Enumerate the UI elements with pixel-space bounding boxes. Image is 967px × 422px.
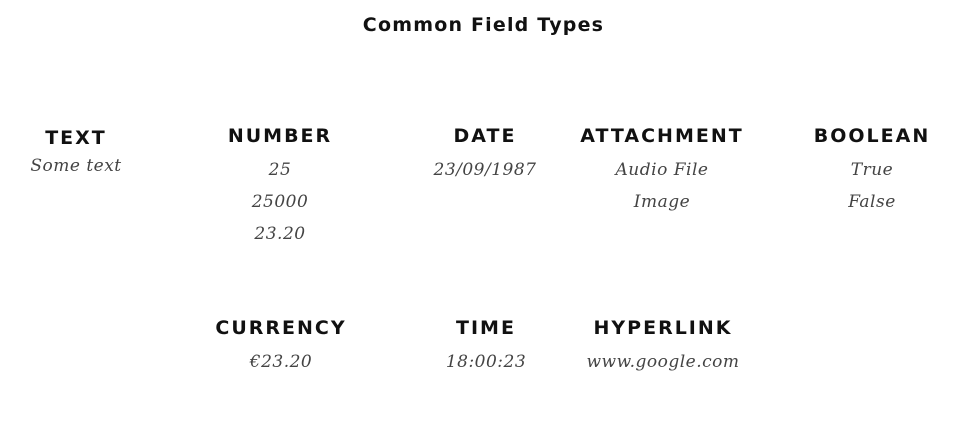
example-values: 23/09/1987 bbox=[395, 154, 575, 186]
field-type-label: BOOLEAN bbox=[813, 125, 931, 147]
field-type-boolean: BOOLEAN True False bbox=[782, 124, 962, 218]
example-value: 25000 bbox=[251, 192, 309, 212]
field-type-currency: CURRENCY €23.20 bbox=[191, 316, 371, 378]
field-type-number: NUMBER 25 25000 23.20 bbox=[190, 124, 370, 250]
example-values: €23.20 bbox=[191, 346, 371, 378]
field-type-label: HYPERLINK bbox=[593, 317, 733, 339]
field-type-label: DATE bbox=[453, 125, 517, 147]
example-value: True bbox=[850, 160, 894, 180]
example-values: True False bbox=[782, 154, 962, 218]
example-values: 18:00:23 bbox=[396, 346, 576, 378]
example-value: Image bbox=[633, 192, 691, 212]
field-type-label: CURRENCY bbox=[215, 317, 347, 339]
example-value: Audio File bbox=[615, 160, 709, 180]
example-values: Audio File Image bbox=[572, 154, 752, 218]
field-type-time: TIME 18:00:23 bbox=[396, 316, 576, 378]
field-type-label: NUMBER bbox=[227, 125, 333, 147]
example-value: False bbox=[848, 192, 896, 212]
field-type-hyperlink: HYPERLINK www.google.com bbox=[573, 316, 753, 378]
example-values: 25 25000 23.20 bbox=[190, 154, 370, 250]
example-value: 23.20 bbox=[254, 224, 306, 244]
diagram-title: Common Field Types bbox=[362, 14, 605, 36]
field-type-date: DATE 23/09/1987 bbox=[395, 124, 575, 186]
example-value: 18:00:23 bbox=[445, 352, 527, 372]
example-value: www.google.com bbox=[586, 352, 740, 372]
example-values: Some text bbox=[0, 150, 166, 182]
field-type-label: ATTACHMENT bbox=[580, 125, 744, 147]
example-value: Some text bbox=[30, 156, 122, 176]
field-type-label: TIME bbox=[456, 317, 516, 339]
example-values: www.google.com bbox=[573, 346, 753, 378]
field-type-text: TEXT Some text bbox=[0, 126, 166, 182]
field-type-label: TEXT bbox=[45, 127, 107, 149]
example-value: €23.20 bbox=[249, 352, 313, 372]
example-value: 23/09/1987 bbox=[433, 160, 537, 180]
example-value: 25 bbox=[268, 160, 292, 180]
field-type-attachment: ATTACHMENT Audio File Image bbox=[572, 124, 752, 218]
